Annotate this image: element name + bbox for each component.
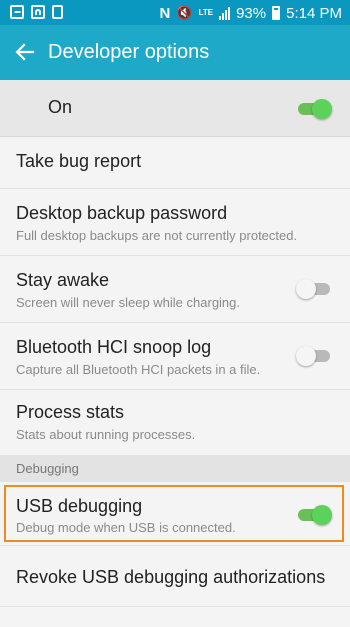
setting-title: Desktop backup password	[16, 203, 228, 223]
battery-icon	[272, 6, 281, 20]
toggle-thumb	[296, 279, 316, 299]
mute-icon: 🔇	[176, 5, 193, 20]
setting-subtitle: Screen will never sleep while charging.	[16, 295, 241, 310]
setting-title: Take bug report	[16, 151, 142, 171]
arrow-left-icon[interactable]	[12, 39, 38, 65]
master-toggle-label: On	[48, 97, 73, 117]
setting-process-stats[interactable]: Process stats Stats about running proces…	[0, 390, 350, 455]
photo-icon	[10, 5, 24, 19]
clock: 5:14 PM	[286, 4, 342, 22]
setting-bluetooth-hci-snoop-log[interactable]: Bluetooth HCI snoop log Capture all Blue…	[0, 323, 350, 390]
setting-subtitle: Full desktop backups are not currently p…	[16, 228, 298, 243]
bluetooth-hci-switch[interactable]	[296, 345, 332, 366]
usb-debugging-switch[interactable]	[296, 504, 332, 525]
setting-title: Stay awake	[16, 270, 110, 290]
setting-usb-debugging[interactable]: USB debugging Debug mode when USB is con…	[0, 483, 350, 546]
page-title: Developer options	[48, 41, 210, 63]
stay-awake-switch[interactable]	[296, 278, 332, 299]
setting-take-bug-report[interactable]: Take bug report	[0, 137, 350, 189]
wifi-box-icon	[31, 5, 45, 19]
setting-stay-awake[interactable]: Stay awake Screen will never sleep while…	[0, 256, 350, 323]
setting-desktop-backup-password[interactable]: Desktop backup password Full desktop bac…	[0, 189, 350, 256]
setting-subtitle: Stats about running processes.	[16, 427, 196, 442]
signal-icon	[219, 6, 231, 20]
battery-percent: 93%	[236, 4, 267, 22]
lte-icon: LTE	[198, 8, 214, 17]
notification-icons	[10, 5, 63, 19]
setting-title: Process stats	[16, 402, 125, 422]
nfc-icon: N	[159, 4, 171, 22]
setting-subtitle: Debug mode when USB is connected.	[16, 520, 236, 535]
setting-title: Revoke USB debugging authorizations	[16, 567, 326, 587]
toggle-thumb	[312, 99, 332, 119]
toggle-thumb	[296, 346, 316, 366]
app-bar: Developer options	[0, 25, 350, 80]
master-toggle-row[interactable]: On	[0, 80, 350, 137]
setting-revoke-usb-debugging[interactable]: Revoke USB debugging authorizations	[0, 546, 350, 607]
setting-title: Bluetooth HCI snoop log	[16, 337, 212, 357]
toggle-thumb	[312, 505, 332, 525]
system-icons: N 🔇 LTE 93% 5:14 PM	[160, 3, 342, 23]
status-bar: N 🔇 LTE 93% 5:14 PM	[0, 0, 350, 25]
section-header-label: Debugging	[16, 461, 79, 476]
setting-next-partial[interactable]	[0, 607, 350, 627]
section-header-debugging: Debugging	[0, 455, 350, 482]
setting-title: USB debugging	[16, 496, 143, 516]
sd-card-icon	[52, 5, 63, 19]
master-toggle-switch[interactable]	[296, 98, 332, 119]
setting-subtitle: Capture all Bluetooth HCI packets in a f…	[16, 362, 261, 377]
